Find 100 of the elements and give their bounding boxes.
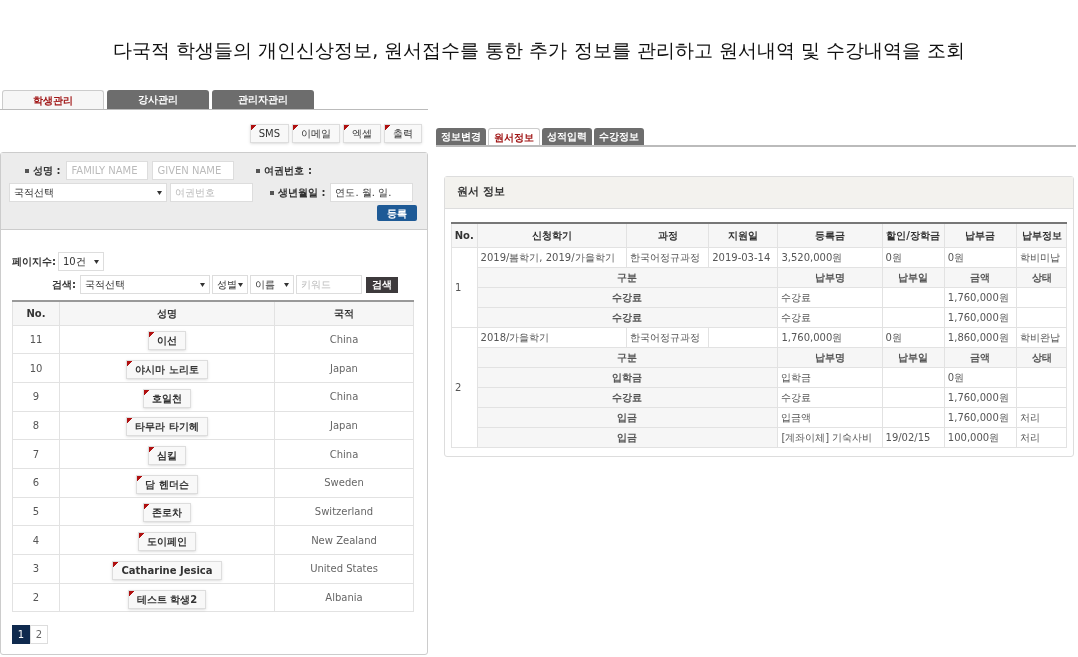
table-cell: 한국어정규과정	[626, 327, 709, 347]
table-cell: 2	[12, 583, 60, 612]
table-cell: 학비완납	[1016, 327, 1067, 347]
table-cell: 수강료	[777, 287, 882, 307]
action-button[interactable]: SMS	[249, 124, 289, 143]
table-cell: 3,520,000원	[777, 247, 882, 267]
student-name-button[interactable]: 호일천	[143, 388, 191, 408]
caret-icon	[284, 282, 289, 287]
column-header: 과정	[626, 223, 709, 247]
card-title: 원서 정보	[445, 177, 1073, 209]
table-cell: Sweden	[274, 468, 414, 498]
action-button[interactable]: 출력	[384, 124, 422, 143]
birth-date-field[interactable]: 연도. 월. 일.	[330, 183, 414, 202]
table-cell: 10	[12, 353, 60, 383]
given-name-field[interactable]: GIVEN NAME	[152, 161, 235, 180]
student-name-button[interactable]: 도이페인	[138, 532, 196, 552]
table-cell: [계좌이체] 기숙사비	[777, 427, 882, 447]
search-label: 검색:	[52, 278, 76, 292]
table-cell: 0원	[944, 247, 1017, 267]
search-button[interactable]: 검색	[366, 276, 398, 293]
student-name-button[interactable]: 존로차	[143, 503, 191, 523]
tab[interactable]: 강사관리	[107, 90, 209, 109]
table-cell: 4	[12, 525, 60, 555]
table-cell: 2018/가을학기	[477, 327, 627, 347]
table-cell: 19/02/15	[882, 427, 945, 447]
student-name-button[interactable]: 타무라 타기헤	[126, 417, 208, 437]
student-name-button[interactable]: 야시마 노리토	[126, 360, 208, 380]
tab[interactable]: 학생관리	[2, 90, 104, 109]
table-cell: 입금액	[777, 407, 882, 427]
column-header: 등록금	[777, 223, 882, 247]
column-header: 납부정보	[1016, 223, 1067, 247]
table-cell: Japan	[274, 353, 414, 383]
table-cell: 1,860,000원	[944, 327, 1017, 347]
table-cell: 1,760,000원	[944, 307, 1017, 327]
field-select[interactable]: 이름	[250, 275, 294, 294]
caret-icon	[238, 282, 243, 287]
table-cell: 1	[451, 247, 478, 327]
table-cell: 한국어정규과정	[626, 247, 709, 267]
student-name-button[interactable]: 테스트 학생2	[127, 589, 207, 609]
keyword-field[interactable]: 키워드	[296, 275, 362, 294]
column-header: No.	[12, 301, 60, 325]
column-header: 납부금	[944, 223, 1017, 247]
nationality-select[interactable]: 국적선택	[80, 275, 210, 294]
table-cell: 1,760,000원	[944, 287, 1017, 307]
page-button[interactable]: 2	[30, 625, 48, 645]
table-cell: United States	[274, 554, 414, 584]
table-cell: 수강료	[777, 307, 882, 327]
table-cell: 100,000원	[944, 427, 1017, 447]
table-cell: 2	[451, 327, 478, 447]
action-button[interactable]: 이메일	[292, 124, 340, 143]
table-cell: 학비미납	[1016, 247, 1067, 267]
table-cell: 0원	[882, 247, 945, 267]
student-name-button[interactable]: 이선	[148, 331, 186, 351]
bullet-icon	[25, 168, 29, 173]
tab[interactable]: 수강정보	[594, 128, 644, 145]
passport-field[interactable]: 여권번호	[170, 183, 253, 202]
caret-icon	[157, 190, 162, 195]
bullet-icon	[256, 168, 261, 173]
column-header: 할인/장학금	[882, 223, 945, 247]
headline: 다국적 학생들의 개인신상정보, 원서접수를 통한 추가 정보를 관리하고 원서내역 및 수강내역을 조회	[112, 38, 966, 63]
table-cell: Albania	[274, 583, 414, 612]
register-button[interactable]: 등록	[377, 205, 417, 221]
tab[interactable]: 성적입력	[542, 128, 592, 145]
page-size-label: 페이지수:	[12, 255, 56, 269]
student-name-button[interactable]: 심킬	[148, 446, 186, 466]
table-cell: 9	[12, 382, 60, 412]
table-cell: New Zealand	[274, 525, 414, 555]
table-cell: 3	[12, 554, 60, 584]
column-header: 국적	[274, 301, 414, 325]
table-cell: 1,760,000원	[777, 327, 882, 347]
caret-icon	[94, 259, 99, 264]
student-name-button[interactable]: 담 헨더슨	[136, 474, 198, 494]
tab[interactable]: 원서정보	[488, 128, 540, 145]
field-label: 생년월일 :	[278, 186, 326, 200]
field-label: 여권번호 :	[264, 164, 312, 178]
column-header: 성명	[59, 301, 275, 325]
page-button[interactable]: 1	[12, 625, 30, 645]
table-cell: 6	[12, 468, 60, 498]
table-cell: 1,760,000원	[944, 387, 1017, 407]
page-size-select[interactable]: 10건	[58, 252, 104, 271]
table-cell: Japan	[274, 411, 414, 440]
table-cell: 0원	[944, 367, 1017, 387]
table-cell: 8	[12, 411, 60, 440]
table-cell: Switzerland	[274, 497, 414, 526]
student-name-button[interactable]: Catharine Jesica	[112, 560, 222, 580]
table-cell: China	[274, 382, 414, 412]
column-header: No.	[451, 223, 478, 247]
tab[interactable]: 정보변경	[436, 128, 486, 145]
nationality-select[interactable]: 국적선택	[9, 183, 167, 202]
table-cell: 0원	[882, 327, 945, 347]
tab[interactable]: 관리자관리	[212, 90, 314, 109]
field-label: 성명 :	[33, 164, 61, 178]
gender-select[interactable]: 성별	[212, 275, 248, 294]
table-cell: China	[274, 325, 414, 354]
family-name-field[interactable]: FAMILY NAME	[66, 161, 149, 180]
table-cell: 5	[12, 497, 60, 526]
action-button[interactable]: 엑셀	[343, 124, 381, 143]
table-cell: 입학금	[777, 367, 882, 387]
column-header: 신청학기	[477, 223, 627, 247]
column-header: 지원일	[708, 223, 778, 247]
